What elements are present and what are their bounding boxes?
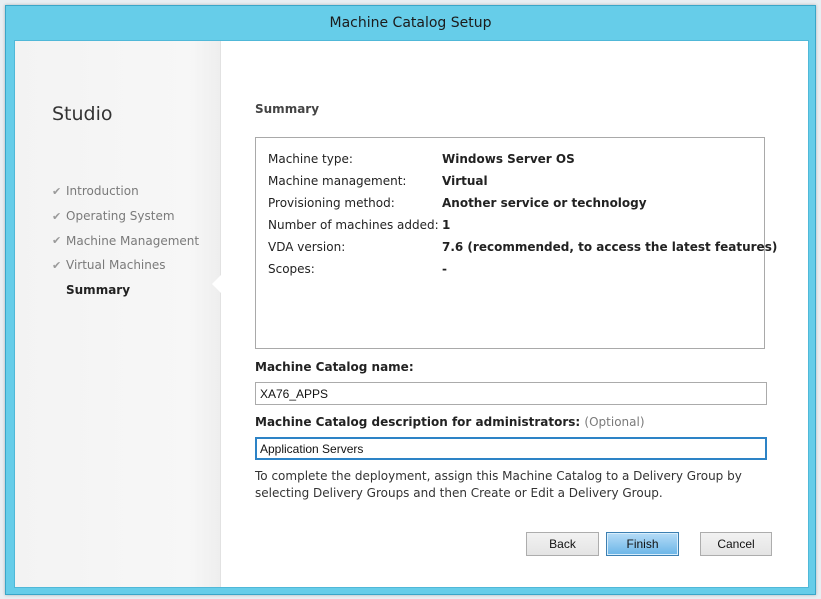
summary-value: Virtual xyxy=(442,174,488,188)
finish-button[interactable]: Finish xyxy=(606,532,679,556)
checkmark-icon: ✔ xyxy=(52,234,62,248)
summary-label: Machine type: xyxy=(268,152,353,166)
summary-value: Windows Server OS xyxy=(442,152,575,166)
summary-panel: Machine type: Windows Server OS Machine m… xyxy=(255,137,777,349)
step-label: Operating System xyxy=(66,209,175,224)
cancel-button[interactable]: Cancel xyxy=(700,532,772,556)
back-button[interactable]: Back xyxy=(526,532,599,556)
page-title: Summary xyxy=(255,102,320,116)
window-title: Machine Catalog Setup xyxy=(329,15,492,31)
summary-row-provisioning-method: Provisioning method: Another service or t… xyxy=(268,196,647,210)
summary-label: VDA version: xyxy=(268,240,346,254)
step-operating-system[interactable]: ✔ Operating System xyxy=(52,204,199,229)
catalog-description-input[interactable] xyxy=(255,437,767,460)
summary-row-machine-type: Machine type: Windows Server OS xyxy=(268,152,575,166)
summary-value: 1 xyxy=(442,218,451,232)
catalog-name-input[interactable] xyxy=(255,382,767,405)
step-label: Virtual Machines xyxy=(66,258,166,273)
step-virtual-machines[interactable]: ✔ Virtual Machines xyxy=(52,253,199,278)
wizard-content: Summary Machine type: Windows Server OS M… xyxy=(255,41,785,587)
summary-row-machine-management: Machine management: Virtual xyxy=(268,174,488,188)
info-message: To complete the deployment, assign this … xyxy=(255,469,742,500)
summary-row-machines-added: Number of machines added: 1 xyxy=(268,218,450,232)
setup-window: Machine Catalog Setup Studio ✔ Introduct… xyxy=(5,5,816,595)
wizard-body: Studio ✔ Introduction ✔ Operating System… xyxy=(14,40,809,588)
checkmark-icon: ✔ xyxy=(52,209,62,223)
summary-label: Scopes: xyxy=(268,262,315,276)
sidebar-title: Studio xyxy=(52,103,113,125)
wizard-sidebar: Studio ✔ Introduction ✔ Operating System… xyxy=(15,41,221,587)
summary-label: Provisioning method: xyxy=(268,196,395,210)
step-label: Introduction xyxy=(66,184,139,199)
summary-value: Another service or technology xyxy=(442,196,647,210)
catalog-description-label: Machine Catalog description for administ… xyxy=(255,415,645,429)
wizard-steps: ✔ Introduction ✔ Operating System ✔ Mach… xyxy=(52,179,199,302)
current-step-pointer xyxy=(212,275,221,293)
catalog-name-label: Machine Catalog name: xyxy=(255,360,414,374)
checkmark-icon: ✔ xyxy=(52,258,62,272)
checkmark-icon: ✔ xyxy=(52,184,62,198)
summary-value: 7.6 (recommended, to access the latest f… xyxy=(442,240,778,254)
summary-label: Machine management: xyxy=(268,174,407,188)
optional-hint: (Optional) xyxy=(584,415,645,429)
summary-row-vda-version: VDA version: 7.6 (recommended, to access … xyxy=(268,240,777,254)
summary-label: Number of machines added: xyxy=(268,218,439,232)
summary-row-scopes: Scopes: - xyxy=(268,262,447,276)
step-label: Summary xyxy=(66,283,131,298)
step-machine-management[interactable]: ✔ Machine Management xyxy=(52,228,199,253)
step-summary[interactable]: Summary xyxy=(52,278,199,303)
step-introduction[interactable]: ✔ Introduction xyxy=(52,179,199,204)
summary-value: - xyxy=(442,262,447,276)
step-label: Machine Management xyxy=(66,233,200,248)
